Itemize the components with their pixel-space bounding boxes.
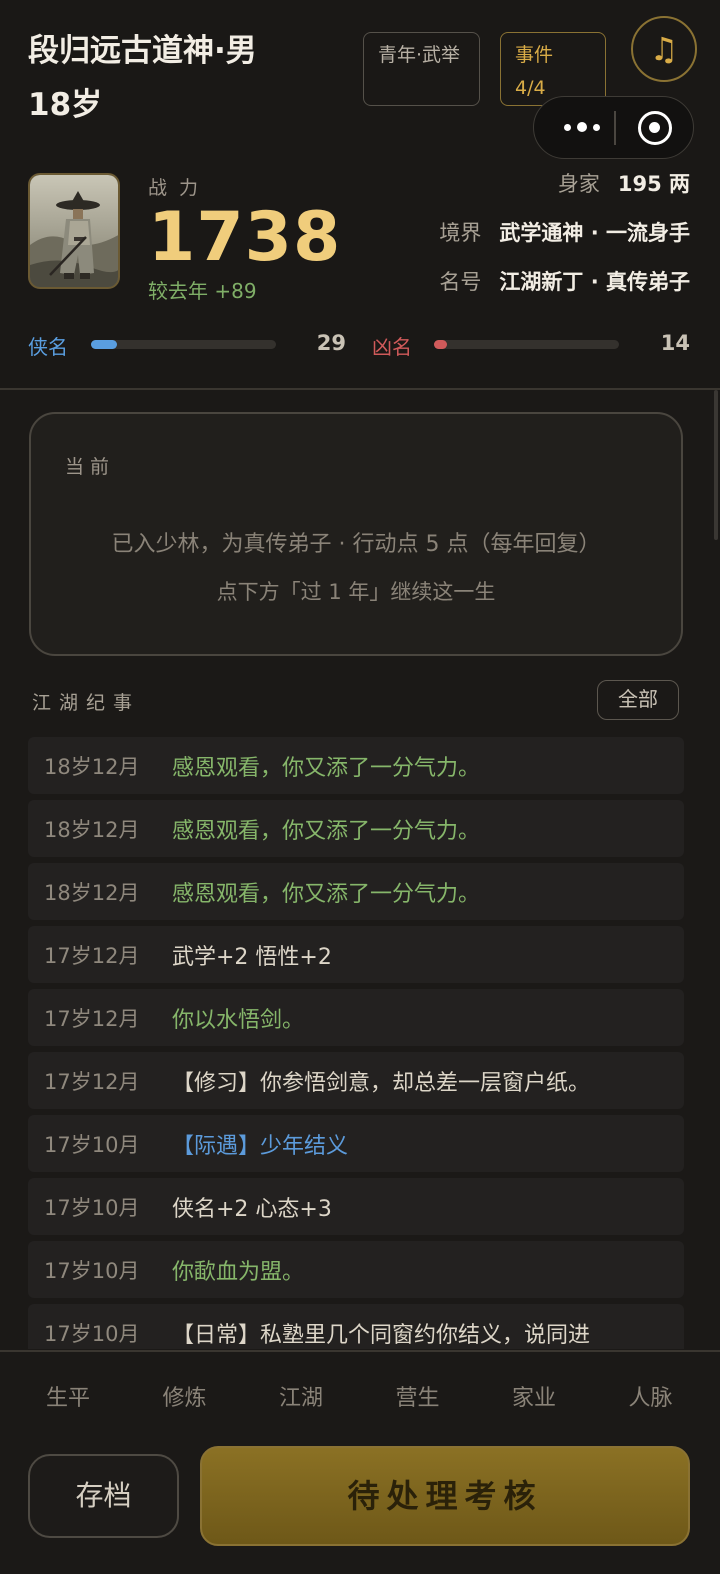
- nav-tab[interactable]: 修炼: [127, 1380, 243, 1412]
- log-item: 18岁12月 感恩观看，你又添了一分气力。: [28, 863, 684, 920]
- xia-bar: [91, 340, 276, 349]
- realm-value: 武学通神 · 一流身手: [499, 221, 690, 245]
- log-time: 17岁12月: [44, 944, 140, 968]
- log-time: 17岁10月: [44, 1259, 140, 1283]
- log-text: 武学+2 悟性+2: [172, 945, 332, 970]
- current-status-card: 当前 已入少林，为真传弟子 · 行动点 5 点（每年回复） 点下方「过 1 年」…: [29, 412, 683, 656]
- log-time: 18岁12月: [44, 881, 140, 905]
- xiong-bar: [434, 340, 619, 349]
- log-time: 18岁12月: [44, 755, 140, 779]
- log-filter-button[interactable]: 全部: [597, 680, 679, 720]
- log-text: 感恩观看，你又添了一分气力。: [172, 882, 481, 907]
- log-item: 17岁12月 你以水悟剑。: [28, 989, 684, 1046]
- wealth-stat: 身家 195 两: [558, 168, 690, 198]
- music-button[interactable]: ♫: [631, 16, 697, 82]
- log-text: 你歃血为盟。: [172, 1260, 305, 1285]
- current-title: 当前: [65, 456, 116, 478]
- nav-tab[interactable]: 人脉: [593, 1380, 709, 1412]
- realm-stat: 境界 武学通神 · 一流身手: [439, 217, 690, 247]
- realm-label: 境界: [439, 221, 482, 245]
- capsule-divider: [614, 111, 616, 145]
- log-time: 17岁12月: [44, 1007, 140, 1031]
- music-note-icon: ♫: [649, 30, 679, 68]
- log-item: 17岁10月 侠名+2 心态+3: [28, 1178, 684, 1235]
- character-age: 18岁: [28, 87, 103, 123]
- log-item: 17岁10月 你歃血为盟。: [28, 1241, 684, 1298]
- log-time: 18岁12月: [44, 818, 140, 842]
- save-button[interactable]: 存档: [28, 1454, 179, 1538]
- event-log-list[interactable]: 18岁12月 感恩观看，你又添了一分气力。 18岁12月 感恩观看，你又添了一分气力。…: [28, 737, 684, 1349]
- title-stat: 名号 江湖新丁 · 真传弟子: [439, 266, 690, 296]
- log-text: 感恩观看，你又添了一分气力。: [172, 819, 481, 844]
- log-text: 侠名+2 心态+3: [172, 1197, 332, 1222]
- bottom-nav: 生平 修炼 江湖 营生 家业 人脉 存档 待处理考核: [0, 1350, 720, 1574]
- nav-tab[interactable]: 江湖: [243, 1380, 359, 1412]
- log-time: 17岁12月: [44, 1070, 140, 1094]
- log-item: 17岁10月 【日常】私塾里几个同窗约你结义，说同进: [28, 1304, 684, 1349]
- log-item: 17岁12月 【修习】你参悟剑意，却总差一层窗户纸。: [28, 1052, 684, 1109]
- character-name: 段归远古道神·男 18岁: [28, 24, 348, 132]
- title-value: 江湖新丁 · 真传弟子: [499, 270, 690, 294]
- xiong-bar-fill: [434, 340, 447, 349]
- scrollbar[interactable]: [714, 390, 718, 540]
- character-header: 段归远古道神·男 18岁 青年·武举 事件 4/4 ♫ 战力 1738 较去年 …: [0, 0, 720, 390]
- log-time: 17岁10月: [44, 1133, 140, 1157]
- log-time: 17岁10月: [44, 1322, 140, 1346]
- log-section-title: 江湖纪事: [32, 692, 141, 714]
- log-text: 感恩观看，你又添了一分气力。: [172, 756, 481, 781]
- xia-label: 侠名: [28, 335, 68, 359]
- life-stage-tag[interactable]: 青年·武举: [363, 32, 480, 106]
- log-item: 17岁12月 武学+2 悟性+2: [28, 926, 684, 983]
- log-item: 18岁12月 感恩观看，你又添了一分气力。: [28, 800, 684, 857]
- xiong-label: 凶名: [372, 335, 412, 359]
- log-item: 18岁12月 感恩观看，你又添了一分气力。: [28, 737, 684, 794]
- nav-tab[interactable]: 营生: [360, 1380, 476, 1412]
- title-label: 名号: [439, 270, 482, 294]
- event-count-tag[interactable]: 事件 4/4: [500, 32, 606, 106]
- nav-tab[interactable]: 生平: [10, 1380, 126, 1412]
- wealth-label: 身家: [557, 172, 600, 196]
- xiong-value: 14: [660, 331, 690, 355]
- log-time: 17岁10月: [44, 1196, 140, 1220]
- wealth-value: 195 两: [617, 172, 690, 196]
- more-menu-icon[interactable]: [554, 113, 610, 141]
- log-text: 【修习】你参悟剑意，却总差一层窗户纸。: [172, 1071, 591, 1096]
- close-target-icon[interactable]: [638, 111, 672, 145]
- power-delta: 较去年 +89: [148, 279, 257, 303]
- current-hint-text: 点下方「过 1 年」继续这一生: [216, 580, 496, 604]
- log-text: 【际遇】少年结义: [172, 1134, 349, 1159]
- current-status-text: 已入少林，为真传弟子 · 行动点 5 点（每年回复）: [111, 532, 601, 557]
- log-text: 你以水悟剑。: [172, 1008, 305, 1033]
- log-item: 17岁10月 【际遇】少年结义: [28, 1115, 684, 1172]
- avatar[interactable]: [28, 173, 120, 289]
- power-value: 1738: [148, 198, 342, 277]
- nav-tab[interactable]: 家业: [476, 1380, 592, 1412]
- pending-exam-button[interactable]: 待处理考核: [200, 1446, 690, 1546]
- miniprogram-capsule: [533, 96, 694, 159]
- xia-bar-fill: [91, 340, 117, 349]
- log-text: 【日常】私塾里几个同窗约你结义，说同进: [172, 1323, 591, 1348]
- xia-value: 29: [316, 331, 346, 355]
